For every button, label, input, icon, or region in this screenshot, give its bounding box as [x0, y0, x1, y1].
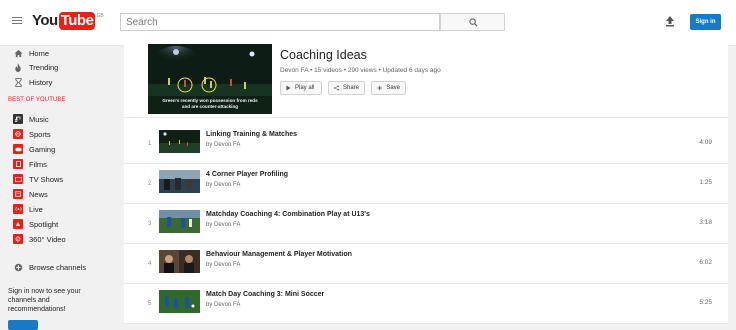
sidebar-item-label: 360° Video	[29, 234, 66, 244]
playlist-page: Green's recently won possession from red…	[124, 36, 728, 324]
video-thumbnail[interactable]	[159, 290, 200, 313]
sidebar-item-spotlight[interactable]: Spotlight	[0, 217, 120, 231]
sidebar-item-label: News	[29, 189, 48, 199]
video-channel[interactable]: by Devon FA	[206, 182, 240, 188]
playlist-header: Green's recently won possession from red…	[124, 36, 728, 118]
search-button[interactable]	[440, 13, 505, 31]
play-icon	[286, 85, 291, 91]
logo-you-text: You	[32, 12, 58, 29]
play-all-label: Play all	[295, 85, 315, 91]
sidebar-item-history[interactable]: History	[0, 75, 120, 89]
video-index: 2	[148, 181, 152, 187]
add-circle-icon	[13, 262, 23, 272]
playlist-title: Coaching Ideas	[280, 48, 367, 62]
video-duration: 4:09	[699, 139, 712, 146]
share-button[interactable]: Share	[328, 81, 365, 95]
video-duration: 3:18	[699, 219, 712, 226]
share-icon	[334, 85, 339, 91]
guide-sidebar: Home Trending History BEST OF YOUTUBE Mu…	[0, 46, 120, 330]
sidebar-item-home[interactable]: Home	[0, 46, 120, 60]
sidebar-item-label: TV Shows	[29, 174, 64, 184]
sidebar-item-label: Spotlight	[29, 219, 59, 229]
video-index: 3	[148, 221, 152, 227]
video-index: 4	[148, 261, 152, 267]
sign-in-button[interactable]: Sign in	[690, 14, 721, 30]
sidebar-item-browse-channels[interactable]: Browse channels	[0, 260, 120, 274]
sidebar-item-label: Live	[29, 204, 43, 214]
sidebar-item-label: Home	[29, 48, 50, 58]
sidebar-item-news[interactable]: News	[0, 187, 120, 201]
video-index: 5	[148, 301, 152, 307]
sidebar-item-sports[interactable]: Sports	[0, 127, 120, 141]
search-icon	[469, 18, 478, 27]
sports-icon	[13, 129, 23, 139]
video-thumbnail[interactable]	[159, 250, 200, 273]
sidebar-section-title: BEST OF YOUTUBE	[8, 97, 66, 103]
sign-in-promo-text: Sign in now to see your channels and rec…	[8, 288, 81, 313]
play-all-button[interactable]: Play all	[280, 81, 322, 95]
flame-icon	[13, 62, 23, 72]
video-channel[interactable]: by Devon FA	[206, 222, 240, 228]
video-duration: 1:25	[699, 179, 712, 186]
news-icon	[13, 189, 23, 199]
live-icon	[13, 204, 23, 214]
video-thumbnail[interactable]	[159, 130, 200, 153]
playlist-video-row[interactable]: 1 Linking Training & Matches by Devon FA…	[124, 124, 728, 164]
sidebar-item-label: Music	[29, 114, 49, 124]
upload-icon[interactable]	[664, 15, 676, 27]
youtube-logo[interactable]: You Tube GB	[32, 12, 104, 30]
video-channel[interactable]: by Devon FA	[206, 262, 240, 268]
search-input[interactable]	[120, 13, 440, 31]
tv-icon	[13, 174, 23, 184]
thumbnail-caption: Green's recently won possession from red…	[162, 98, 258, 109]
video-thumbnail[interactable]	[159, 170, 200, 193]
playlist-meta: Devon FA • 15 videos • 290 views • Updat…	[280, 67, 441, 74]
sidebar-item-label: Films	[29, 159, 47, 169]
playlist-video-row[interactable]: 3 Matchday Coaching 4: Combination Play …	[124, 204, 728, 244]
spotlight-icon	[13, 219, 23, 229]
music-icon	[13, 114, 23, 124]
video-duration: 5:25	[699, 299, 712, 306]
save-label: Save	[386, 85, 400, 91]
video-index: 1	[148, 141, 152, 147]
sidebar-item-label: Trending	[29, 62, 59, 72]
360-icon	[13, 234, 23, 244]
video-channel[interactable]: by Devon FA	[206, 142, 240, 148]
sidebar-item-live[interactable]: Live	[0, 202, 120, 216]
video-title[interactable]: Behaviour Management & Player Motivation	[206, 251, 352, 258]
sidebar-item-label: Browse channels	[29, 262, 87, 272]
hourglass-icon	[13, 77, 23, 87]
playlist-video-row[interactable]: 4 Behaviour Management & Player Motivati…	[124, 244, 728, 284]
sidebar-item-tv-shows[interactable]: TV Shows	[0, 172, 120, 186]
sidebar-item-music[interactable]: Music	[0, 112, 120, 126]
home-icon	[13, 48, 23, 58]
sidebar-item-label: History	[29, 77, 53, 87]
logo-region-code: GB	[96, 13, 104, 19]
save-playlist-button[interactable]: Save	[371, 81, 406, 95]
video-title[interactable]: Match Day Coaching 3: Mini Soccer	[206, 291, 324, 298]
gaming-icon	[13, 144, 23, 154]
guide-menu-icon[interactable]	[12, 15, 22, 25]
sidebar-item-gaming[interactable]: Gaming	[0, 142, 120, 156]
plus-icon	[377, 85, 382, 91]
video-title[interactable]: Linking Training & Matches	[206, 131, 297, 138]
video-title[interactable]: 4 Corner Player Profiling	[206, 171, 288, 178]
playlist-video-row[interactable]: 2 4 Corner Player Profiling by Devon FA …	[124, 164, 728, 204]
share-label: Share	[342, 85, 359, 91]
logo-tube-text: Tube	[58, 12, 96, 30]
sidebar-item-360-video[interactable]: 360° Video	[0, 232, 120, 246]
sidebar-item-trending[interactable]: Trending	[0, 60, 120, 74]
playlist-video-row[interactable]: 5 Match Day Coaching 3: Mini Soccer by D…	[124, 284, 728, 324]
sidebar-item-label: Sports	[29, 129, 51, 139]
sidebar-sign-in-button[interactable]	[8, 320, 38, 330]
films-icon	[13, 159, 23, 169]
video-duration: 6:02	[699, 259, 712, 266]
video-thumbnail[interactable]	[159, 210, 200, 233]
playlist-thumbnail[interactable]: Green's recently won possession from red…	[148, 44, 272, 114]
video-title[interactable]: Matchday Coaching 4: Combination Play at…	[206, 211, 370, 218]
sidebar-item-label: Gaming	[29, 144, 56, 154]
video-channel[interactable]: by Devon FA	[206, 302, 240, 308]
sidebar-item-films[interactable]: Films	[0, 157, 120, 171]
